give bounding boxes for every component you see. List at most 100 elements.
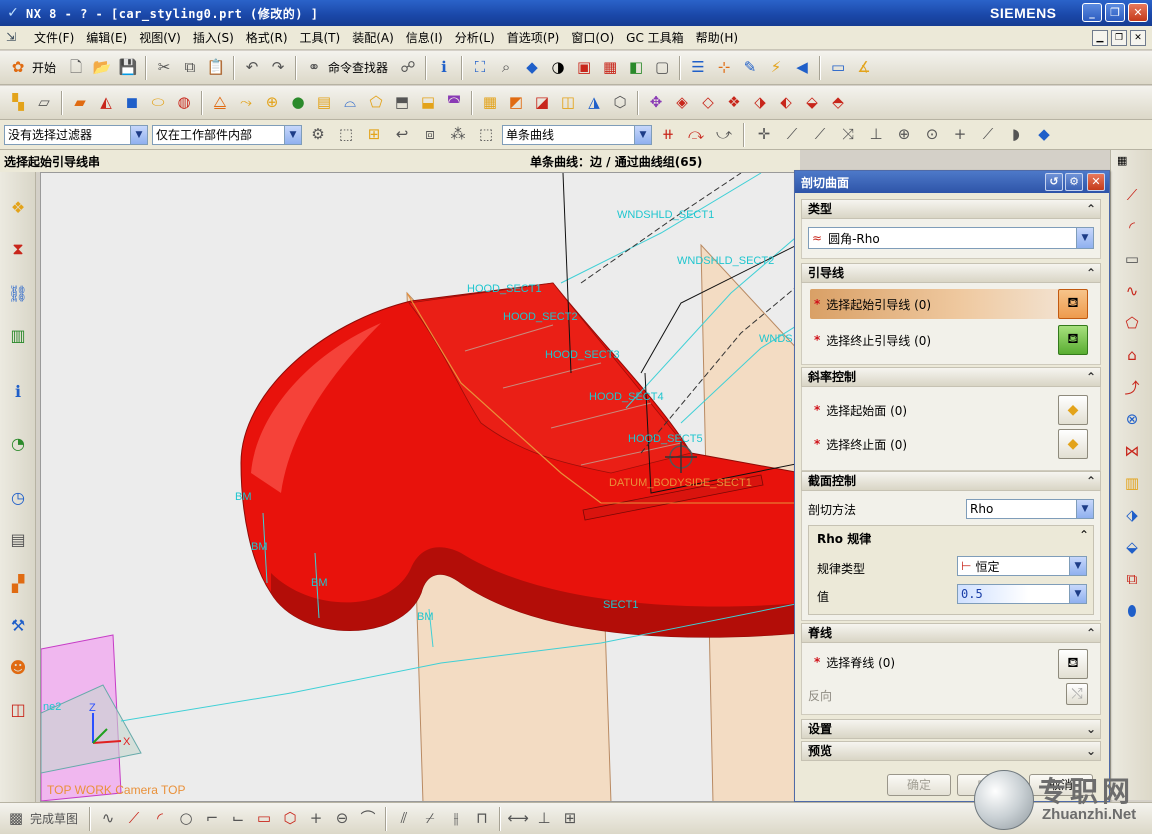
sketch-rectangle-icon[interactable]: ▭ [252, 807, 276, 831]
measure-angle-icon[interactable]: ∡ [852, 56, 876, 80]
save-icon[interactable]: 💾 [116, 56, 140, 80]
chevron-down-icon[interactable]: ▼ [284, 125, 301, 144]
redo-icon[interactable]: ↷ [266, 56, 290, 80]
block-icon[interactable]: ◼ [120, 91, 144, 115]
chamfer-icon[interactable]: ◪ [530, 91, 554, 115]
close-button[interactable]: ✕ [1128, 3, 1148, 22]
zoom-icon[interactable]: ⌕ [494, 56, 518, 80]
preselect-icon[interactable]: ⧈ [418, 123, 442, 147]
sketch-line-icon[interactable]: ⟋ [122, 807, 146, 831]
snap-point-icon[interactable]: ⊞ [362, 123, 386, 147]
selection-mode-icon[interactable]: ⬚ [474, 123, 498, 147]
snap-face-icon[interactable]: ◗ [1004, 123, 1028, 147]
select-curve-icon[interactable]: ⛾ [1058, 325, 1088, 355]
intersect-curve-icon[interactable]: ⊗ [1119, 406, 1145, 432]
make-corner-icon[interactable]: ⊓ [470, 807, 494, 831]
group-header-spine[interactable]: 脊线 ⌃ [801, 623, 1101, 643]
process-studio-icon[interactable]: ▞ [6, 570, 30, 596]
finish-sketch-button[interactable]: 完成草图 [30, 810, 78, 827]
selection-tool-icon[interactable]: ☍ [396, 56, 420, 80]
chevron-up-icon[interactable]: ⌃ [1086, 624, 1096, 642]
part-navigator-icon[interactable]: ⛓ [6, 280, 30, 306]
sketch-point-icon[interactable]: + [304, 807, 328, 831]
studio-spline-icon[interactable]: ∿ [1119, 278, 1145, 304]
finish-sketch-icon[interactable]: ▩ [4, 807, 28, 831]
menu-format[interactable]: 格式(R) [240, 29, 294, 46]
chevron-up-icon[interactable]: ⌃ [1086, 472, 1096, 490]
background-icon[interactable]: ▢ [650, 56, 674, 80]
arc-icon[interactable]: ◜ [1119, 214, 1145, 240]
sketch-arc-icon[interactable]: ◜ [148, 807, 172, 831]
resize-blend-icon[interactable]: ❖ [722, 91, 746, 115]
manufacturing-wizard-icon[interactable]: ⚒ [6, 612, 30, 638]
snap-quadrant-icon[interactable]: ⊕ [892, 123, 916, 147]
snap-body-icon[interactable]: ◆ [1032, 123, 1056, 147]
sketch-icon[interactable]: ▚ [6, 91, 30, 115]
hole-icon[interactable]: ⬡ [608, 91, 632, 115]
selection-scope-dropdown[interactable]: 仅在工作部件内部 ▼ [152, 124, 302, 145]
gear-icon[interactable]: ⚙ [1065, 173, 1083, 191]
chevron-down-icon[interactable]: ▼ [634, 125, 651, 144]
value-options-icon[interactable]: ▼ [1069, 585, 1086, 603]
undo-icon[interactable]: ↶ [240, 56, 264, 80]
polygon-icon[interactable]: ⬡ [278, 807, 302, 831]
menu-file[interactable]: 文件(F) [28, 29, 80, 46]
red-cube-icon[interactable]: ▣ [572, 56, 596, 80]
menu-tools[interactable]: 工具(T) [294, 29, 347, 46]
start-button[interactable]: 开始 [32, 59, 56, 76]
dimension-icon[interactable]: ⟷ [506, 807, 530, 831]
section-method-dropdown[interactable]: Rho ▼ [966, 499, 1094, 519]
menu-gc-toolkits[interactable]: GC 工具箱 [620, 29, 690, 46]
menu-analysis[interactable]: 分析(L) [449, 29, 501, 46]
history-icon[interactable]: ◔ [6, 430, 30, 456]
mesh-icon[interactable]: ▦ [478, 91, 502, 115]
swept-icon[interactable]: ⤳ [234, 91, 258, 115]
n-sided-icon[interactable]: ⬠ [364, 91, 388, 115]
clock-icon[interactable]: ◷ [6, 484, 30, 510]
maximize-button[interactable]: ❐ [1105, 3, 1125, 22]
quick-extend-icon[interactable]: ⫲ [444, 807, 468, 831]
menu-help[interactable]: 帮助(H) [690, 29, 744, 46]
menu-assemblies[interactable]: 装配(A) [346, 29, 400, 46]
constraint-navigator-icon[interactable]: ⧗ [6, 236, 30, 262]
group-header-guides[interactable]: 引导线 ⌃ [801, 263, 1101, 283]
fillet-icon[interactable]: ⌐ [200, 807, 224, 831]
select-face-icon[interactable]: ◆ [1058, 395, 1088, 425]
ellipse-icon[interactable]: ⊖ [330, 807, 354, 831]
offset-sketch-icon[interactable]: ⫽ [392, 807, 416, 831]
reuse-library-icon[interactable]: ▥ [6, 322, 30, 348]
copy-icon[interactable]: ⧉ [178, 56, 202, 80]
layer-settings-icon[interactable]: ☰ [686, 56, 710, 80]
minimize-button[interactable]: _ [1082, 3, 1102, 22]
menu-window[interactable]: 窗口(O) [565, 29, 620, 46]
constraint-icon[interactable]: ⊥ [532, 807, 556, 831]
shaded-cube-icon[interactable]: ◆ [520, 56, 544, 80]
value-input[interactable]: 0.5 ▼ [957, 584, 1087, 604]
point-icon[interactable]: ● [286, 91, 310, 115]
curve-rule-icon[interactable]: ↩ [390, 123, 414, 147]
delete-face-icon[interactable]: ◇ [696, 91, 720, 115]
select-start-guide-row[interactable]: * 选择起始引导线 (0) [810, 289, 1064, 319]
chevron-up-icon[interactable]: ⌃ [1079, 528, 1089, 542]
select-start-face-row[interactable]: * 选择起始面 (0) [810, 395, 1064, 425]
type-filter-dropdown[interactable]: 没有选择过滤器 ▼ [4, 124, 148, 145]
start-icon[interactable]: ✿ [6, 56, 30, 80]
group-header-preview[interactable]: 预览 ⌄ [801, 741, 1101, 761]
bridge-curve-icon[interactable]: ⌂ [1119, 342, 1145, 368]
chevron-down-icon[interactable]: ▼ [1069, 557, 1086, 575]
sew-icon[interactable]: ⬓ [416, 91, 440, 115]
system-materials-icon[interactable]: ▤ [6, 526, 30, 552]
chevron-up-icon[interactable]: ⌃ [1086, 264, 1096, 282]
menu-edit[interactable]: 编辑(E) [80, 29, 133, 46]
menu-view[interactable]: 视图(V) [133, 29, 187, 46]
edit-object-icon[interactable]: ✎ [738, 56, 762, 80]
move-face-icon[interactable]: ✥ [644, 91, 668, 115]
project-curve-icon[interactable]: ⤴ [1119, 374, 1145, 400]
datum-plane-icon[interactable]: ▱ [32, 91, 56, 115]
offset-surface-icon[interactable]: ▤ [312, 91, 336, 115]
stop-at-intersection-icon[interactable]: ⧺ [656, 123, 680, 147]
menu-information[interactable]: 信息(I) [400, 29, 449, 46]
through-curves-icon[interactable]: ⧋ [208, 91, 232, 115]
pattern-face-icon[interactable]: ⬖ [774, 91, 798, 115]
chevron-up-icon[interactable]: ⌃ [1086, 200, 1096, 218]
